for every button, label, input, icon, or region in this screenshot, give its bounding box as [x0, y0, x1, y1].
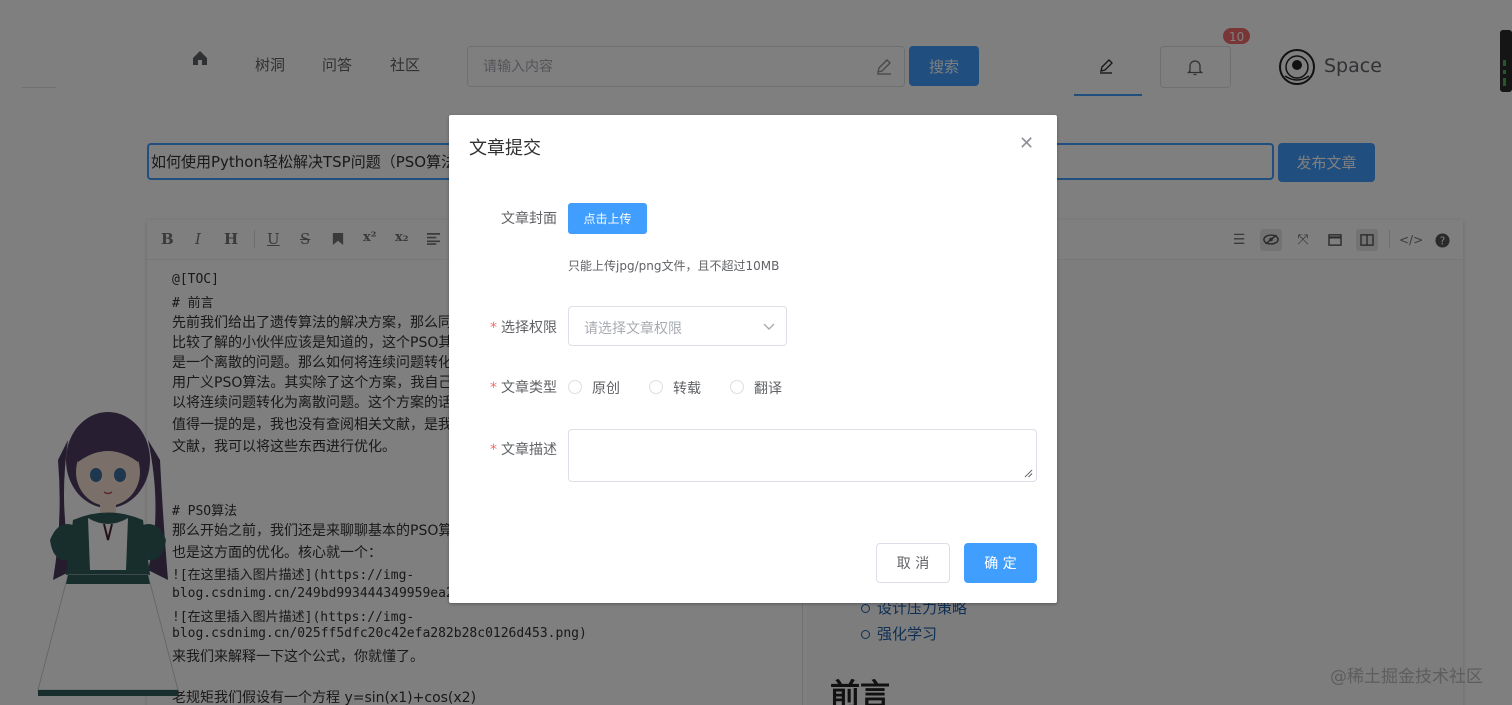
confirm-button[interactable]: 确 定 — [964, 543, 1037, 583]
radio-circle[interactable] — [730, 380, 744, 394]
type-label: * 文章类型 — [490, 380, 557, 396]
radio-label: 转载 — [673, 381, 701, 397]
description-label: * 文章描述 — [490, 442, 557, 458]
cover-label: 文章封面 — [501, 211, 557, 227]
upload-cover-button[interactable]: 点击上传 — [568, 203, 647, 234]
chevron-down-icon — [763, 323, 775, 330]
radio-circle[interactable] — [649, 380, 663, 394]
permission-placeholder: 请选择文章权限 — [584, 321, 682, 337]
radio-label: 翻译 — [754, 381, 782, 397]
cancel-button[interactable]: 取 消 — [876, 543, 950, 583]
permission-select[interactable]: 请选择文章权限 — [568, 306, 787, 346]
resize-handle-icon[interactable] — [1024, 469, 1033, 478]
description-textarea[interactable] — [568, 429, 1037, 482]
close-icon[interactable]: ✕ — [1019, 133, 1034, 154]
dialog-title: 文章提交 — [469, 138, 541, 159]
radio-label: 原创 — [592, 381, 620, 397]
permission-label: * 选择权限 — [490, 320, 557, 336]
radio-circle[interactable] — [568, 380, 582, 394]
upload-tip: 只能上传jpg/png文件，且不超过10MB — [568, 259, 780, 273]
article-submit-dialog: 文章提交 ✕ 文章封面 点击上传 只能上传jpg/png文件，且不超过10MB … — [449, 115, 1057, 603]
